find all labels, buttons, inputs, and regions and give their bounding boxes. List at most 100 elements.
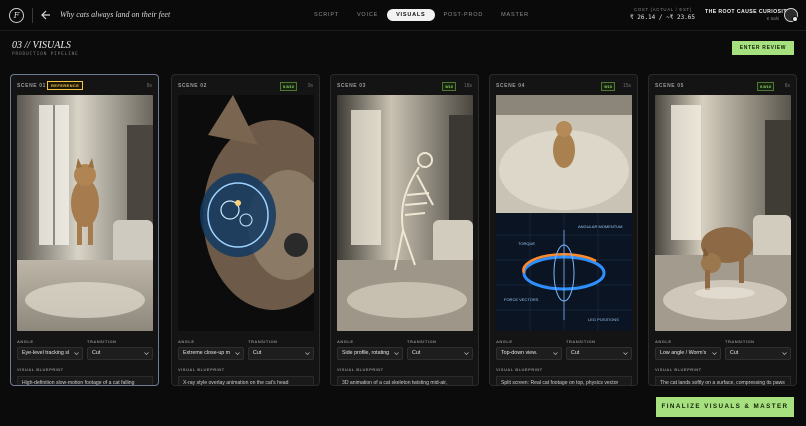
channel-name: THE ROOT CAUSE CURIOSITY <box>705 9 791 15</box>
angle-label: ANGLE <box>337 339 354 344</box>
scene-card[interactable]: SCENE 03 9/10 18s ANGLE TRANSITION Side … <box>330 74 479 386</box>
chevron-down-icon <box>623 352 628 355</box>
transition-value: Cut <box>253 350 262 356</box>
card-header: SCENE 01 REFERENCE 8s <box>17 81 152 91</box>
transition-select[interactable]: Cut <box>566 347 632 360</box>
app-logo[interactable]: F <box>9 8 24 23</box>
scene-label: SCENE 02 <box>178 83 207 89</box>
score-badge: 9/10 <box>442 82 456 91</box>
angle-label: ANGLE <box>655 339 672 344</box>
scene-label: SCENE 03 <box>337 83 366 89</box>
card-header: SCENE 03 9/10 18s <box>337 81 472 91</box>
scene-duration: 15s <box>622 83 631 89</box>
scene-image[interactable] <box>17 95 153 331</box>
scene-duration: 8s <box>784 83 790 89</box>
user-info: THE ROOT CAUSE CURIOSITY K Sahi <box>705 9 791 21</box>
back-arrow-icon[interactable] <box>40 8 52 22</box>
angle-select[interactable]: Low angle / Worm's <box>655 347 721 360</box>
chevron-down-icon <box>712 352 717 355</box>
transition-select[interactable]: Cut <box>248 347 314 360</box>
angle-value: Extreme close-up m <box>183 350 231 356</box>
finalize-visuals-button[interactable]: FINALIZE VISUALS & MASTER <box>656 397 794 417</box>
blueprint-label: VISUAL BLUEPRINT <box>17 367 64 372</box>
angle-value: Eye-level tracking sl <box>22 350 70 356</box>
chevron-down-icon <box>782 352 787 355</box>
momentum-label: ANGULAR MOMENTUM <box>578 224 622 229</box>
transition-select[interactable]: Cut <box>87 347 153 360</box>
card-header: SCENE 05 9.5/10 8s <box>655 81 790 91</box>
transition-select[interactable]: Cut <box>407 347 473 360</box>
transition-value: Cut <box>412 350 421 356</box>
scene-label: SCENE 05 <box>655 83 684 89</box>
user-name: K Sahi <box>766 16 779 21</box>
angle-select[interactable]: Side profile, rotating <box>337 347 403 360</box>
blueprint-text[interactable]: X-ray style overlay animation on the cat… <box>178 376 314 385</box>
transition-label: TRANSITION <box>248 339 278 344</box>
blueprint-text[interactable]: The cat lands softly on a surface, compr… <box>655 376 791 385</box>
page-title: 03 // VISUALS <box>12 40 71 51</box>
divider <box>32 8 33 23</box>
torque-label: TORQUE <box>518 241 535 246</box>
blueprint-label: VISUAL BLUEPRINT <box>655 367 702 372</box>
legs-label: LEG POSITIONS <box>588 317 619 322</box>
angle-value: Top-down view. <box>501 350 538 356</box>
tab-post-prod[interactable]: POST-PROD <box>435 9 493 21</box>
score-badge: 9.5/10 <box>756 82 774 91</box>
chevron-down-icon <box>74 352 79 355</box>
transition-label: TRANSITION <box>566 339 596 344</box>
blueprint-label: VISUAL BLUEPRINT <box>496 367 543 372</box>
scene-card[interactable]: SCENE 05 9.5/10 8s ANGLE TRANSITION Low … <box>648 74 797 386</box>
blueprint-label: VISUAL BLUEPRINT <box>337 367 384 372</box>
angle-value: Side profile, rotating <box>342 350 390 356</box>
blueprint-text[interactable]: 3D animation of a cat skeleton twisting … <box>337 376 473 385</box>
force-label: FORCE VECTORS <box>504 297 539 302</box>
angle-select[interactable]: Top-down view. <box>496 347 562 360</box>
scene-card[interactable]: SCENE 01 REFERENCE 8s ANGLE TRANSITION E… <box>10 74 159 386</box>
chevron-down-icon <box>305 352 310 355</box>
scene-image[interactable] <box>178 95 314 331</box>
transition-value: Cut <box>92 350 101 356</box>
transition-label: TRANSITION <box>87 339 117 344</box>
scene-card[interactable]: SCENE 02 9.5/10 9s ANGLE TRANSITION Extr… <box>171 74 320 386</box>
transition-select[interactable]: Cut <box>725 347 791 360</box>
cost-summary: COST (ACTUAL / EST) ₹ 26.14 / ~₹ 23.65 <box>630 7 696 21</box>
scene-duration: 9s <box>307 83 313 89</box>
scene-label: SCENE 01 <box>17 83 46 89</box>
transition-value: Cut <box>571 350 580 356</box>
scene-duration: 8s <box>146 83 152 89</box>
angle-select[interactable]: Extreme close-up m <box>178 347 244 360</box>
chevron-down-icon <box>144 352 149 355</box>
tab-voice[interactable]: VOICE <box>348 9 387 21</box>
tab-script[interactable]: SCRIPT <box>305 9 348 21</box>
scene-card[interactable]: SCENE 04 9/10 15s TORQUE ANGULAR MOMENTU… <box>489 74 638 386</box>
status-dot-icon <box>792 16 798 22</box>
scene-image[interactable]: TORQUE ANGULAR MOMENTUM FORCE VECTORS LE… <box>496 95 632 331</box>
chevron-down-icon <box>464 352 469 355</box>
chevron-down-icon <box>394 352 399 355</box>
project-title: Why cats always land on their feet <box>60 10 171 19</box>
card-header: SCENE 02 9.5/10 9s <box>178 81 313 91</box>
chevron-down-icon <box>235 352 240 355</box>
chevron-down-icon <box>553 352 558 355</box>
card-header: SCENE 04 9/10 15s <box>496 81 631 91</box>
page-subtitle: PRODUCTION PIPELINE <box>12 52 79 57</box>
blueprint-text[interactable]: High-definition slow-motion footage of a… <box>17 376 153 385</box>
scene-image[interactable] <box>655 95 791 331</box>
score-badge: 9.5/10 <box>279 82 297 91</box>
blueprint-text[interactable]: Split screen: Real cat footage on top, p… <box>496 376 632 385</box>
scene-image[interactable] <box>337 95 473 331</box>
reference-badge: REFERENCE <box>47 81 84 90</box>
angle-label: ANGLE <box>178 339 195 344</box>
tab-master[interactable]: MASTER <box>492 9 538 21</box>
blueprint-label: VISUAL BLUEPRINT <box>178 367 225 372</box>
scene-label: SCENE 04 <box>496 83 525 89</box>
enter-review-button[interactable]: ENTER REVIEW <box>732 41 794 55</box>
score-badge: 9/10 <box>601 82 615 91</box>
angle-select[interactable]: Eye-level tracking sl <box>17 347 83 360</box>
tab-visuals[interactable]: VISUALS <box>387 9 435 21</box>
transition-value: Cut <box>730 350 739 356</box>
transition-label: TRANSITION <box>725 339 755 344</box>
scene-duration: 18s <box>463 83 472 89</box>
cost-value: ₹ 26.14 / ~₹ 23.65 <box>630 14 696 21</box>
top-bar: F Why cats always land on their feet SCR… <box>0 0 806 31</box>
